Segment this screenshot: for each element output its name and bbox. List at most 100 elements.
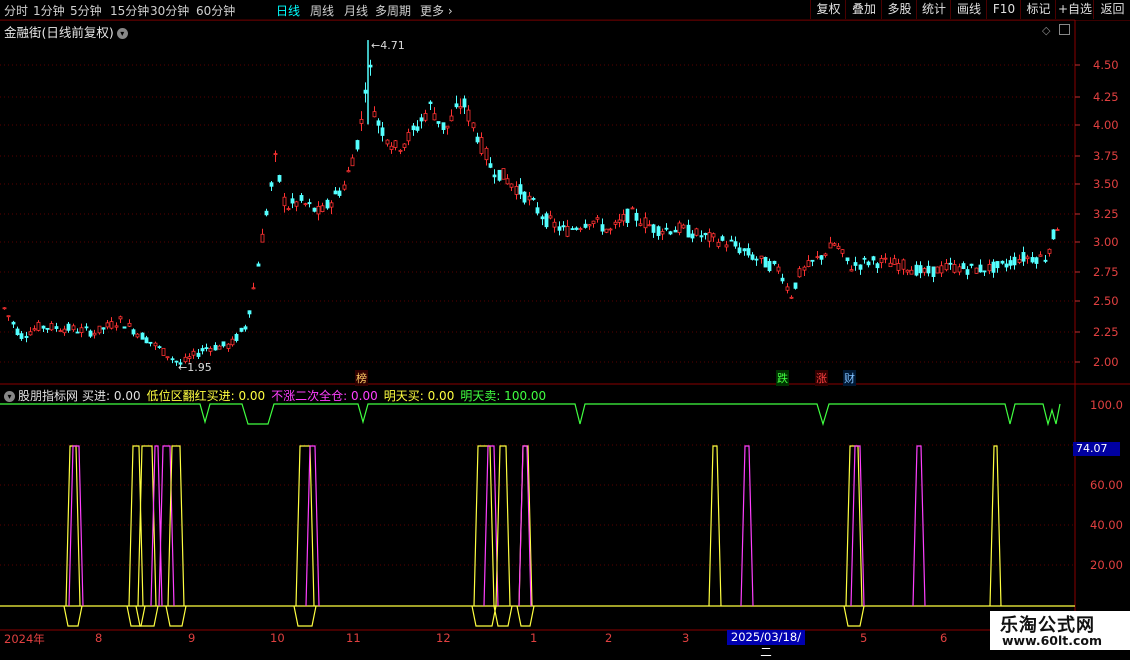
candle — [789, 295, 794, 299]
candle — [144, 335, 149, 344]
candle — [432, 107, 437, 121]
candle — [871, 255, 876, 265]
candle — [428, 100, 433, 111]
min-price-value: 1.95 — [187, 361, 212, 374]
candle — [170, 356, 175, 364]
candle — [24, 331, 29, 343]
candle — [926, 260, 931, 277]
candle — [961, 261, 966, 270]
candle — [759, 255, 764, 264]
candle — [840, 249, 845, 258]
candle — [320, 202, 325, 213]
candle — [664, 223, 669, 232]
date-tick: 2 — [605, 631, 613, 645]
max-price-value: 4.71 — [380, 39, 405, 52]
candle — [307, 198, 312, 208]
candle — [1043, 255, 1048, 264]
candle — [101, 327, 106, 334]
candle — [982, 270, 987, 277]
candle — [565, 219, 570, 238]
candle — [419, 113, 424, 129]
candle — [84, 323, 89, 331]
candle — [269, 181, 274, 191]
candle — [122, 326, 127, 329]
event-mark-bang[interactable]: 榜 — [355, 370, 368, 386]
event-mark-die[interactable]: 跌 — [776, 370, 789, 386]
candle — [303, 202, 308, 207]
candle — [522, 191, 527, 205]
candle — [135, 333, 140, 339]
indicator-field: 明天卖: 100.00 — [460, 389, 547, 403]
candle — [974, 267, 979, 274]
event-mark-zhang[interactable]: 涨 — [815, 370, 828, 386]
candle — [828, 236, 833, 249]
candle — [552, 218, 557, 233]
candle — [699, 230, 704, 242]
candle — [1034, 256, 1039, 269]
candle — [415, 120, 420, 133]
candle — [260, 228, 265, 243]
candle — [905, 269, 910, 276]
candle — [754, 256, 759, 266]
candle — [282, 192, 287, 213]
candle — [346, 166, 351, 173]
candle — [49, 321, 54, 331]
indicator-tick: 40.00 — [1090, 518, 1123, 532]
price-tick: 3.25 — [1093, 207, 1119, 221]
candle — [165, 356, 170, 361]
candle — [862, 255, 867, 264]
candle — [11, 320, 16, 328]
candle — [204, 343, 209, 352]
candle — [531, 196, 536, 201]
candle — [535, 202, 540, 216]
candle — [75, 328, 80, 334]
candle — [858, 264, 863, 275]
candle — [965, 266, 970, 280]
candle — [109, 317, 114, 330]
candle — [883, 253, 888, 264]
max-price-label: ←4.71 — [371, 39, 405, 52]
candle — [733, 236, 738, 249]
candle — [97, 325, 102, 335]
candle — [88, 329, 93, 338]
candle — [806, 255, 811, 268]
candle — [131, 328, 136, 337]
candle — [368, 59, 373, 76]
event-mark-cai[interactable]: 财 — [843, 370, 856, 386]
candle — [372, 106, 377, 118]
candle — [518, 178, 523, 200]
candle — [445, 125, 450, 135]
indicator-tick: 20.00 — [1090, 558, 1123, 572]
candle — [479, 132, 484, 156]
candle — [1038, 251, 1043, 257]
candle — [720, 234, 725, 242]
candle — [466, 105, 471, 127]
candle — [140, 332, 145, 340]
date-tick: 12 — [436, 631, 451, 645]
candle — [406, 128, 411, 146]
candle — [6, 315, 11, 321]
candle — [815, 251, 820, 260]
candle — [462, 95, 467, 114]
candle — [153, 341, 158, 351]
candle — [767, 258, 772, 273]
candle — [952, 260, 957, 274]
candle — [337, 187, 342, 198]
candle — [604, 228, 609, 234]
chevron-down-icon[interactable]: ▾ — [4, 391, 15, 402]
candle — [802, 265, 807, 276]
candle — [548, 210, 553, 220]
candle — [475, 132, 480, 144]
candle — [703, 232, 708, 240]
candle — [66, 322, 71, 333]
candle — [1025, 254, 1030, 264]
candle — [329, 200, 334, 215]
candle — [389, 142, 394, 154]
candle — [217, 344, 222, 350]
candle — [845, 257, 850, 265]
date-tick: 1 — [530, 631, 538, 645]
indicator-field: 买进: 0.00 — [82, 389, 141, 403]
candle — [591, 220, 596, 228]
candle — [686, 219, 691, 238]
candle — [449, 109, 454, 122]
